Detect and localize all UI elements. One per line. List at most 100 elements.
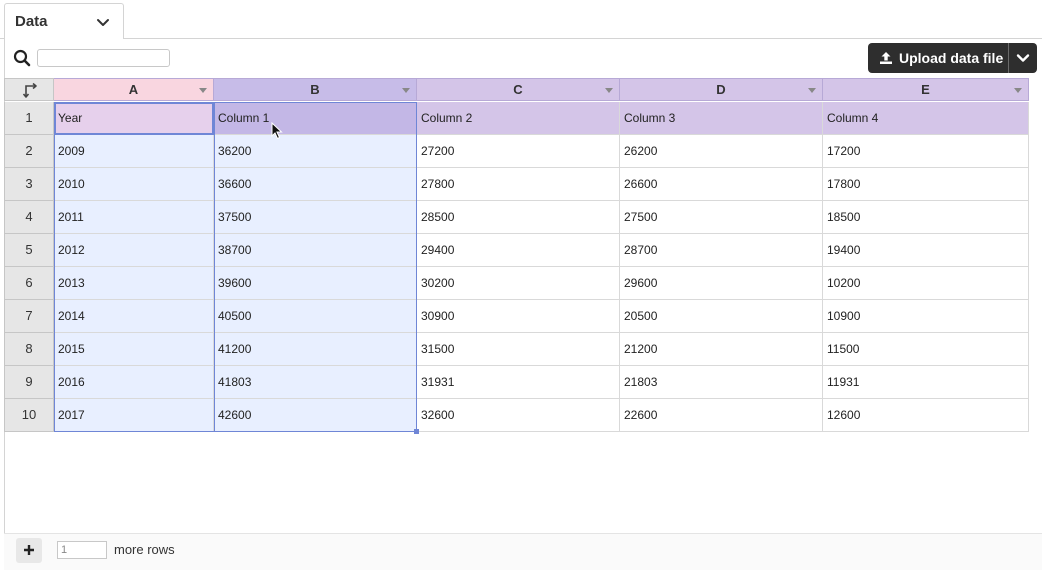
- data-cell[interactable]: 42600: [214, 399, 417, 432]
- row-header[interactable]: 8: [4, 333, 54, 366]
- row-header[interactable]: 5: [4, 234, 54, 267]
- data-cell[interactable]: 21803: [620, 366, 823, 399]
- data-cell[interactable]: 2017: [54, 399, 214, 432]
- row-header[interactable]: 4: [4, 201, 54, 234]
- caret-down-icon[interactable]: [1014, 88, 1022, 93]
- data-cell[interactable]: 18500: [823, 201, 1029, 234]
- header-cell[interactable]: Year: [54, 102, 214, 135]
- data-cell[interactable]: 10900: [823, 300, 1029, 333]
- data-cell[interactable]: 41803: [214, 366, 417, 399]
- data-cell[interactable]: 2009: [54, 135, 214, 168]
- data-cell[interactable]: 19400: [823, 234, 1029, 267]
- row-header[interactable]: 10: [4, 399, 54, 432]
- column-letter: D: [716, 82, 726, 97]
- caret-down-icon[interactable]: [199, 88, 207, 93]
- rows-count-input[interactable]: [57, 541, 107, 559]
- upload-data-file-button[interactable]: Upload data file: [868, 43, 1008, 73]
- data-cell[interactable]: 11500: [823, 333, 1029, 366]
- data-cell[interactable]: 41200: [214, 333, 417, 366]
- data-cell[interactable]: 2016: [54, 366, 214, 399]
- data-cell[interactable]: 10200: [823, 267, 1029, 300]
- fill-handle[interactable]: [414, 429, 419, 434]
- data-cell[interactable]: 2010: [54, 168, 214, 201]
- data-cell[interactable]: 32600: [417, 399, 620, 432]
- cell-value: 39600: [218, 276, 252, 290]
- data-cell[interactable]: 31931: [417, 366, 620, 399]
- cell-value: 27500: [624, 210, 658, 224]
- data-cell[interactable]: 2015: [54, 333, 214, 366]
- header-cell[interactable]: Column 4: [823, 102, 1029, 135]
- data-cell[interactable]: 36200: [214, 135, 417, 168]
- data-cell[interactable]: 2012: [54, 234, 214, 267]
- data-cell[interactable]: 27200: [417, 135, 620, 168]
- column-header-c[interactable]: C: [417, 78, 620, 101]
- add-rows-button[interactable]: [16, 538, 42, 563]
- row-header[interactable]: 2: [4, 135, 54, 168]
- data-cell[interactable]: 22600: [620, 399, 823, 432]
- cell-value: 2012: [58, 243, 85, 257]
- tab-bar: Data: [0, 0, 1042, 39]
- cell-value: 2013: [58, 276, 85, 290]
- selection-column-divider: [214, 102, 215, 432]
- column-header-e[interactable]: E: [823, 78, 1029, 101]
- cell-value: 30200: [421, 276, 455, 290]
- column-header-b[interactable]: B: [214, 78, 417, 101]
- header-cell[interactable]: Column 3: [620, 102, 823, 135]
- data-cell[interactable]: 26200: [620, 135, 823, 168]
- data-cell[interactable]: 29400: [417, 234, 620, 267]
- data-cell[interactable]: 12600: [823, 399, 1029, 432]
- header-cell[interactable]: Column 2: [417, 102, 620, 135]
- data-cell[interactable]: 2014: [54, 300, 214, 333]
- search-input[interactable]: [37, 49, 170, 67]
- data-cell[interactable]: 39600: [214, 267, 417, 300]
- data-cell[interactable]: 20500: [620, 300, 823, 333]
- row-header[interactable]: 1: [4, 102, 54, 135]
- data-cell[interactable]: 27500: [620, 201, 823, 234]
- upload-button-label: Upload data file: [899, 50, 1004, 66]
- column-header-a[interactable]: A: [54, 78, 214, 101]
- cell-value: 40500: [218, 309, 252, 323]
- caret-down-icon[interactable]: [605, 88, 613, 93]
- column-letter: E: [921, 82, 930, 97]
- row-header[interactable]: 3: [4, 168, 54, 201]
- data-cell[interactable]: 11931: [823, 366, 1029, 399]
- cell-value: 21803: [624, 375, 658, 389]
- cell-value: 28500: [421, 210, 455, 224]
- data-cell[interactable]: 38700: [214, 234, 417, 267]
- data-cell[interactable]: 21200: [620, 333, 823, 366]
- transpose-corner[interactable]: [4, 78, 54, 101]
- upload-options-button[interactable]: [1009, 43, 1037, 73]
- row-header[interactable]: 6: [4, 267, 54, 300]
- data-cell[interactable]: 28700: [620, 234, 823, 267]
- data-cell[interactable]: 36600: [214, 168, 417, 201]
- data-cell[interactable]: 28500: [417, 201, 620, 234]
- cell-value: 37500: [218, 210, 252, 224]
- data-cell[interactable]: 31500: [417, 333, 620, 366]
- data-cell[interactable]: 29600: [620, 267, 823, 300]
- cell-value: 20500: [624, 309, 658, 323]
- header-cell[interactable]: Column 1: [214, 102, 417, 135]
- row-header[interactable]: 9: [4, 366, 54, 399]
- cell-value: 26600: [624, 177, 658, 191]
- data-cell[interactable]: 40500: [214, 300, 417, 333]
- row-header[interactable]: 7: [4, 300, 54, 333]
- chevron-down-icon[interactable]: [95, 14, 111, 30]
- caret-down-icon[interactable]: [808, 88, 816, 93]
- data-cell[interactable]: 37500: [214, 201, 417, 234]
- data-cell[interactable]: 2013: [54, 267, 214, 300]
- caret-down-icon[interactable]: [402, 88, 410, 93]
- cell-value: 29600: [624, 276, 658, 290]
- cell-value: 31500: [421, 342, 455, 356]
- data-cell[interactable]: 27800: [417, 168, 620, 201]
- tab-data[interactable]: Data: [4, 3, 124, 39]
- data-cell[interactable]: 26600: [620, 168, 823, 201]
- data-cell[interactable]: 30900: [417, 300, 620, 333]
- cell-value: 2015: [58, 342, 85, 356]
- column-header-d[interactable]: D: [620, 78, 823, 101]
- data-cell[interactable]: 17800: [823, 168, 1029, 201]
- data-cell[interactable]: 17200: [823, 135, 1029, 168]
- data-cell[interactable]: 30200: [417, 267, 620, 300]
- more-rows-label: more rows: [114, 542, 175, 557]
- column-letter: C: [513, 82, 523, 97]
- data-cell[interactable]: 2011: [54, 201, 214, 234]
